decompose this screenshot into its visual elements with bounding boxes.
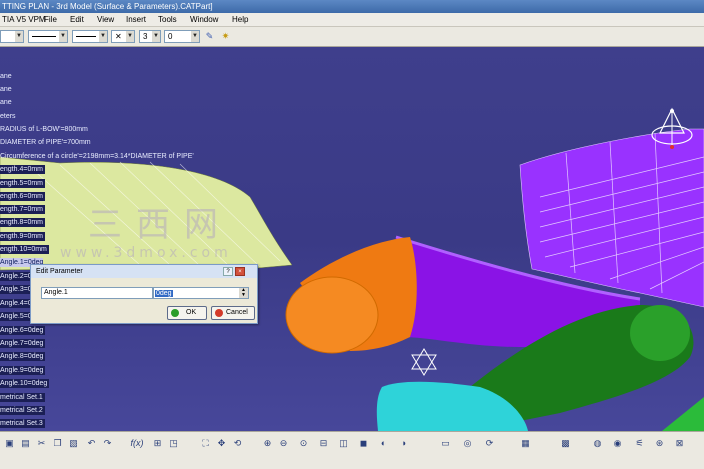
layer-combo[interactable]: 3 ▼ xyxy=(139,30,161,43)
window-title-bar: TTING PLAN - 3rd Model (Surface & Parame… xyxy=(0,0,704,13)
chevron-down-icon: ▼ xyxy=(15,31,23,42)
tree-node-param[interactable]: Angle.10=0deg xyxy=(0,379,50,388)
3d-viewport[interactable]: ane ane ane eters RADIUS of L-BOW'=800mm… xyxy=(0,47,704,431)
spinner-icon[interactable]: ▲ ▼ xyxy=(239,288,248,298)
help-icon[interactable]: ? xyxy=(223,267,233,276)
menu-help[interactable]: Help xyxy=(232,14,248,26)
tree-node-param[interactable]: ength.10=0mm xyxy=(0,245,49,254)
cancel-button[interactable]: Cancel xyxy=(211,306,255,320)
normal-view-icon[interactable]: ⊙ xyxy=(298,438,309,449)
tree-node-param[interactable]: ength.9=0mm xyxy=(0,232,45,241)
grid-icon[interactable]: ▩ xyxy=(560,438,571,449)
render-icon[interactable]: ⊛ xyxy=(654,438,665,449)
formula-icon[interactable]: f(x) xyxy=(130,438,144,449)
edit-parameter-dialog: Edit Parameter ? × Angle.1 0deg ▲ ▼ OK Ca… xyxy=(30,264,258,324)
options-icon[interactable]: ▦ xyxy=(520,438,531,449)
point-symbol-combo[interactable]: ✕ ▼ xyxy=(111,30,135,43)
update-icon[interactable]: ⟳ xyxy=(484,438,495,449)
paste-icon[interactable]: ▧ xyxy=(68,438,79,449)
chevron-down-icon: ▼ xyxy=(152,31,160,42)
tree-node-geometrical-set[interactable]: metrical Set.3 xyxy=(0,419,45,428)
zoom-out-icon[interactable]: ⊖ xyxy=(278,438,289,449)
tree-node-geometrical-set[interactable]: metrical Set.1 xyxy=(0,393,45,402)
save-icon[interactable]: ▣ xyxy=(4,438,15,449)
watermark-url: www.3dmox.com xyxy=(60,245,232,261)
tree-node-plane[interactable]: ane xyxy=(0,72,12,81)
copy-icon[interactable]: ❐ xyxy=(52,438,63,449)
multi-view-icon[interactable]: ⊟ xyxy=(318,438,329,449)
menu-insert[interactable]: Insert xyxy=(126,14,146,26)
tree-node-param[interactable]: Angle.7=0deg xyxy=(0,339,46,348)
properties-icon[interactable]: ✷ xyxy=(220,31,231,42)
color-combo[interactable]: ▼ xyxy=(0,30,24,43)
tree-node-plane[interactable]: ane xyxy=(0,98,12,107)
analysis-icon[interactable]: ◎ xyxy=(462,438,473,449)
redo-icon[interactable]: ↷ xyxy=(102,438,113,449)
tree-node-param[interactable]: ength.5=0mm xyxy=(0,179,45,188)
menu-file[interactable]: File xyxy=(44,14,57,26)
tree-node-param[interactable]: ength.6=0mm xyxy=(0,192,45,201)
tree-node-param[interactable]: ength.4=0mm xyxy=(0,165,45,174)
menu-window[interactable]: Window xyxy=(190,14,218,26)
ground-plate xyxy=(662,397,704,431)
linetype-combo[interactable]: ▼ xyxy=(28,30,68,43)
tree-node-param[interactable]: Angle.6=0deg xyxy=(0,326,46,335)
chevron-down-icon: ▼ xyxy=(99,31,107,42)
app-tag: TIA V5 VPM xyxy=(2,15,46,24)
undo-icon[interactable]: ↶ xyxy=(86,438,97,449)
capture-icon[interactable]: ▭ xyxy=(440,438,451,449)
painter-icon[interactable]: ✎ xyxy=(204,31,215,42)
param-value-text: 0deg xyxy=(155,290,173,297)
parameters-icon[interactable]: ⊠ xyxy=(674,438,685,449)
tree-node-param[interactable]: RADIUS of L-BOW'=800mm xyxy=(0,125,88,134)
cross-icon: ✕ xyxy=(115,32,122,41)
menu-view[interactable]: View xyxy=(97,14,114,26)
graphic-properties-toolbar: ▼ ▼ ▼ ✕ ▼ 3 ▼ 0 ▼ ✎ ✷ xyxy=(0,27,704,47)
tree-node-param[interactable]: ength.8=0mm xyxy=(0,218,45,227)
chevron-down-icon: ▼ xyxy=(191,31,199,42)
pan-icon[interactable]: ✥ xyxy=(216,438,227,449)
menu-tools[interactable]: Tools xyxy=(158,14,177,26)
fit-all-icon[interactable]: ⛶ xyxy=(200,438,211,449)
param-value-input[interactable]: 0deg ▲ ▼ xyxy=(153,287,249,299)
chevron-down-icon: ▼ xyxy=(59,31,67,42)
shading-icon[interactable]: ◼ xyxy=(358,438,369,449)
ok-button[interactable]: OK xyxy=(167,306,207,320)
iso-view-icon[interactable]: ◫ xyxy=(338,438,349,449)
tree-node-plane[interactable]: ane xyxy=(0,85,12,94)
tree-node-geometrical-set[interactable]: metrical Set.2 xyxy=(0,406,45,415)
rotate-icon[interactable]: ⟲ xyxy=(232,438,243,449)
tree-node-param[interactable]: Angle.8=0deg xyxy=(0,352,46,361)
watermark-logo: 三西网 xyxy=(88,205,232,245)
print-icon[interactable]: ▤ xyxy=(20,438,31,449)
chevron-down-icon: ▼ xyxy=(126,31,134,42)
cancel-icon xyxy=(215,309,223,317)
axis-system-icon xyxy=(411,348,437,376)
zoom-in-icon[interactable]: ⊕ xyxy=(262,438,273,449)
menu-bar: TIA V5 VPM File Edit View Insert Tools W… xyxy=(0,13,704,27)
ok-icon xyxy=(171,309,179,317)
view-icon[interactable]: ◉ xyxy=(612,438,623,449)
measure-icon[interactable]: ⊞ xyxy=(152,438,163,449)
thickness-combo[interactable]: ▼ xyxy=(72,30,108,43)
cut-icon[interactable]: ✂ xyxy=(36,438,47,449)
tree-node-param[interactable]: Circumference of a circle'=2198mm=3.14*D… xyxy=(0,152,194,161)
snap-icon[interactable]: ◍ xyxy=(592,438,603,449)
hide-show-icon[interactable]: ◐ xyxy=(378,438,389,449)
close-icon[interactable]: × xyxy=(235,267,245,276)
param-name-field: Angle.1 xyxy=(41,287,153,299)
menu-edit[interactable]: Edit xyxy=(70,14,84,26)
tree-node-param[interactable]: ength.7=0mm xyxy=(0,205,45,214)
tree-node-param[interactable]: DIAMETER of PIPE'=700mm xyxy=(0,138,91,147)
scale-icon[interactable]: ⚟ xyxy=(634,438,645,449)
swap-icon[interactable]: ◑ xyxy=(398,438,409,449)
window-title: TTING PLAN - 3rd Model (Surface & Parame… xyxy=(2,2,213,11)
standard-toolbar: ▣ ▤ ✂ ❐ ▧ ↶ ↷ f(x) ⊞ ◳ ⛶ ✥ ⟲ ⊕ ⊖ ⊙ ⊟ ◫ ◼… xyxy=(0,431,704,469)
tree-node-parameters[interactable]: eters xyxy=(0,112,16,121)
weight-combo[interactable]: 0 ▼ xyxy=(164,30,200,43)
tree-node-param[interactable]: Angle.9=0deg xyxy=(0,366,46,375)
fly-icon[interactable]: ◳ xyxy=(168,438,179,449)
